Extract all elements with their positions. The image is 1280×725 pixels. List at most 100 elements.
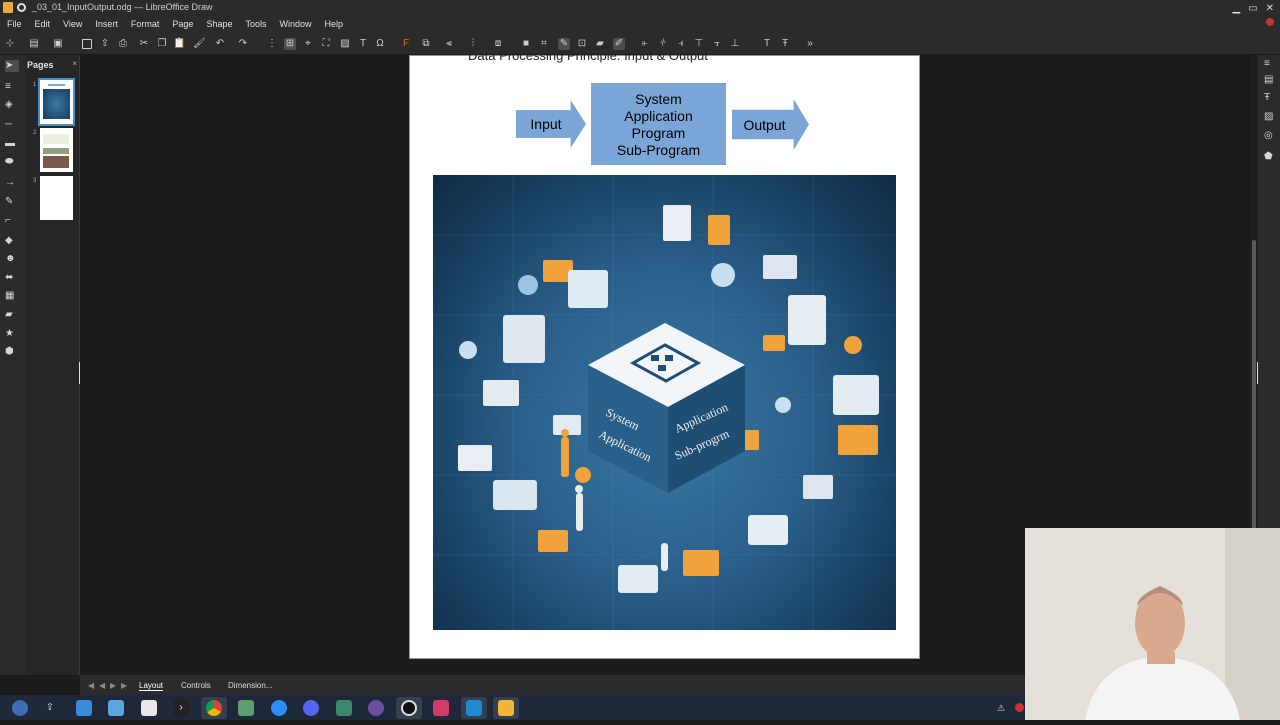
desktop-switch-icon[interactable]: ⇪ xyxy=(42,700,58,716)
vscode-icon[interactable] xyxy=(466,700,482,716)
next-tab-icon[interactable]: ▶ xyxy=(110,681,116,690)
line-tool-icon[interactable]: ─ xyxy=(5,119,19,131)
menu-edit[interactable]: Edit xyxy=(35,19,51,29)
text-editor-icon[interactable] xyxy=(141,700,157,716)
block-arrows-icon[interactable]: ⬌ xyxy=(5,272,19,284)
stars-icon[interactable]: ★ xyxy=(5,328,19,340)
insert-textbox-icon[interactable]: T xyxy=(357,38,369,50)
image-viewer-icon[interactable] xyxy=(238,700,254,716)
menu-shape[interactable]: Shape xyxy=(206,19,232,29)
line-color-icon[interactable]: ≡ xyxy=(5,81,19,93)
special-character-icon[interactable]: Ω xyxy=(374,38,386,50)
isometric-illustration[interactable]: System Application Application Sub-progr… xyxy=(433,175,896,630)
illustration-drawing: System Application Application Sub-progr… xyxy=(433,175,896,630)
symbol-shapes-icon[interactable]: ☻ xyxy=(5,253,19,265)
redo-icon[interactable]: ↷ xyxy=(237,38,249,50)
shapes-icon[interactable]: ⬟ xyxy=(1264,151,1276,163)
menu-window[interactable]: Window xyxy=(280,19,312,29)
align-bottom-icon[interactable]: ⊥ xyxy=(729,38,741,50)
export-icon[interactable]: ⇧ xyxy=(99,38,111,50)
cut-icon[interactable]: ✂ xyxy=(138,38,150,50)
libreoffice-icon xyxy=(17,3,26,12)
system-box[interactable]: System Application Program Sub-Program xyxy=(591,83,726,165)
obs-icon[interactable] xyxy=(401,700,417,716)
notification-icon[interactable]: ⚠ xyxy=(997,703,1007,713)
arrow-line-icon[interactable]: → xyxy=(5,177,19,189)
menu-view[interactable]: View xyxy=(63,19,82,29)
vertical-text-icon[interactable]: Ŧ xyxy=(779,38,791,50)
toolbar-overflow-icon[interactable]: » xyxy=(804,38,816,50)
align-middle-icon[interactable]: ⫟ xyxy=(711,38,723,50)
pages-title: Pages xyxy=(27,60,54,70)
grid-icon[interactable]: ⋮ xyxy=(266,38,278,50)
layer-tabbar: ◀ ◀ ▶ ▶ Layout Controls Dimension... xyxy=(80,675,1025,695)
fontwork-icon[interactable]: F xyxy=(400,38,412,50)
clone-formatting-icon[interactable]: 🖌 xyxy=(193,38,206,50)
prev-tab-icon[interactable]: ◀ xyxy=(99,681,105,690)
align-icon[interactable]: ⫷ xyxy=(443,38,455,50)
application-label: Application xyxy=(624,108,693,124)
file-manager-icon[interactable] xyxy=(76,700,92,716)
media-icon[interactable] xyxy=(368,700,384,716)
menu-page[interactable]: Page xyxy=(172,19,193,29)
launcher-icon[interactable] xyxy=(12,700,28,716)
menu-tools[interactable]: Tools xyxy=(245,19,266,29)
close-document-icon[interactable] xyxy=(1266,18,1274,26)
recording-icon[interactable] xyxy=(1015,703,1024,712)
paste-icon[interactable]: 📋 xyxy=(173,38,185,50)
undo-icon[interactable]: ↶ xyxy=(214,38,226,50)
zoom-icon[interactable] xyxy=(271,700,287,716)
thumbnail-image xyxy=(40,128,73,172)
maximize-icon[interactable]: ▭ xyxy=(1248,1,1257,16)
save-icon[interactable] xyxy=(82,39,92,49)
pages-close-icon[interactable]: × xyxy=(72,59,77,68)
insert-image-icon[interactable]: ▨ xyxy=(339,38,351,50)
chrome-icon[interactable] xyxy=(206,700,222,716)
tab-controls[interactable]: Controls xyxy=(181,681,211,690)
select-tool-icon[interactable]: ➤ xyxy=(5,60,19,72)
discord-icon[interactable] xyxy=(303,700,319,716)
menu-format[interactable]: Format xyxy=(131,19,160,29)
menu-help[interactable]: Help xyxy=(325,19,344,29)
3d-objects-icon[interactable]: ⬢ xyxy=(5,346,19,358)
ellipse-tool-icon[interactable]: ⬬ xyxy=(5,156,19,168)
styles-icon[interactable]: Ŧ xyxy=(1264,92,1276,104)
menu-file[interactable]: File xyxy=(7,19,22,29)
select-icon[interactable]: ⊹ xyxy=(4,38,16,50)
copy-icon[interactable]: ❐ xyxy=(156,38,168,50)
tab-layout[interactable]: Layout xyxy=(139,681,164,691)
close-window-icon[interactable]: ✕ xyxy=(1266,1,1274,16)
fill-color-icon[interactable]: ◈ xyxy=(5,99,19,111)
helplines-icon[interactable]: ⊞ xyxy=(284,38,296,50)
curve-tool-icon[interactable]: ✎ xyxy=(5,196,19,208)
last-tab-icon[interactable]: ▶ xyxy=(121,681,127,690)
properties-icon[interactable]: ▤ xyxy=(1264,74,1276,86)
dolphin-icon[interactable] xyxy=(108,700,124,716)
flowchart-icon[interactable]: ▦ xyxy=(5,290,19,302)
sidebar-menu-icon[interactable]: ≡ xyxy=(1264,58,1276,70)
navigator-icon[interactable]: ◎ xyxy=(1264,130,1276,142)
first-tab-icon[interactable]: ◀ xyxy=(88,681,94,690)
callouts-icon[interactable]: ▰ xyxy=(5,309,19,321)
menu-insert[interactable]: Insert xyxy=(95,19,118,29)
print-icon[interactable]: ⎙ xyxy=(117,38,129,50)
files-app-icon xyxy=(3,2,13,13)
terminal-icon[interactable]: › xyxy=(173,700,189,716)
gallery-icon[interactable]: ▨ xyxy=(1264,111,1276,123)
libreoffice-draw-icon[interactable] xyxy=(498,700,514,716)
new-icon[interactable]: ▤ xyxy=(28,38,40,50)
connector-tool-icon[interactable]: ⌐ xyxy=(5,215,19,227)
transformations-icon[interactable]: ⧉ xyxy=(420,38,432,50)
open-icon[interactable]: ▣ xyxy=(52,38,64,50)
program-label: Program xyxy=(631,125,686,141)
intellij-icon[interactable] xyxy=(433,700,449,716)
rectangle-tool-icon[interactable]: ▬ xyxy=(5,138,19,150)
minimize-icon[interactable]: ▁ xyxy=(1232,1,1240,16)
monitor-icon[interactable] xyxy=(336,700,352,716)
tab-dimension[interactable]: Dimension... xyxy=(228,681,272,690)
title-bar: _03_01_InputOutput.odg — LibreOffice Dra… xyxy=(0,0,1280,15)
snap-icon[interactable]: ⌖ xyxy=(302,38,314,50)
text-icon[interactable]: T xyxy=(761,38,773,50)
basic-shapes-icon[interactable]: ◆ xyxy=(5,235,19,247)
zoom-pan-icon[interactable]: ⛶ xyxy=(320,38,332,50)
